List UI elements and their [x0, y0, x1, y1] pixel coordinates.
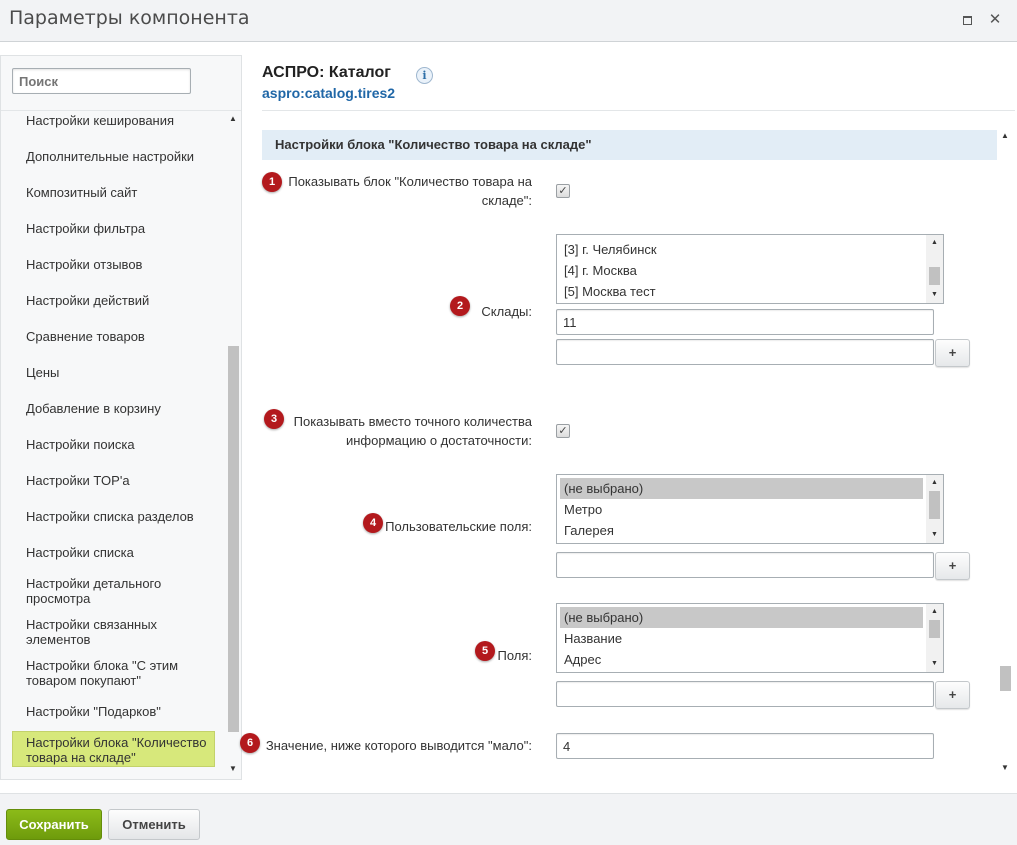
info-icon[interactable]: i [416, 67, 433, 84]
fields-multiselect[interactable]: (не выбрано) Название Адрес ▲ ▼ [556, 603, 944, 673]
scroll-up-icon[interactable]: ▲ [926, 237, 943, 249]
sidebar-item-top[interactable]: Настройки TOP'а [12, 473, 215, 488]
scroll-up-icon[interactable]: ▲ [926, 477, 943, 489]
show-block-label: Показывать блок "Количество товара на ск… [288, 174, 532, 208]
section-header: Настройки блока "Количество товара на ск… [262, 130, 997, 160]
main-panel: АСПРО: Каталог i aspro:catalog.tires2 На… [240, 55, 1017, 780]
sidebar-item-gifts[interactable]: Настройки "Подарков" [12, 704, 215, 719]
scrollbar-thumb[interactable] [929, 491, 940, 519]
min-amount-input[interactable] [556, 733, 934, 759]
show-block-checkbox[interactable]: ✓ [556, 184, 570, 198]
stores-label: Склады: [481, 304, 532, 319]
sidebar-item-next[interactable]: П [12, 773, 215, 774]
title-bar: Параметры компонента ✕ [0, 0, 1017, 42]
stores-option[interactable]: [3] г. Челябинск [560, 239, 923, 260]
user-fields-multiselect[interactable]: (не выбрано) Метро Галерея ▲ ▼ [556, 474, 944, 544]
scroll-down-icon[interactable]: ▼ [926, 529, 943, 541]
sidebar-item-search[interactable]: Настройки поиска [12, 437, 215, 452]
scroll-up-icon[interactable]: ▲ [926, 606, 943, 618]
stores-extra-input[interactable] [556, 339, 934, 365]
footer: Сохранить Отменить [0, 793, 1017, 845]
sidebar-item-additional[interactable]: Дополнительные настройки [12, 149, 215, 164]
scroll-down-icon[interactable]: ▼ [926, 658, 943, 670]
sidebar: Настройки кеширования Дополнительные нас… [0, 55, 242, 780]
scrollbar-thumb[interactable] [929, 620, 940, 638]
sidebar-item-list[interactable]: Настройки списка [12, 545, 215, 560]
sidebar-nav: Настройки кеширования Дополнительные нас… [12, 111, 225, 774]
sidebar-item-detail[interactable]: Настройки детального просмотра [12, 576, 215, 606]
scroll-down-icon[interactable]: ▼ [926, 289, 943, 301]
maximize-icon[interactable] [958, 11, 976, 29]
scrollbar-thumb[interactable] [929, 267, 940, 285]
stores-scrollbar[interactable]: ▲ ▼ [926, 235, 943, 303]
fields-option[interactable]: Название [560, 628, 923, 649]
sidebar-item-linked[interactable]: Настройки связанных элементов [12, 617, 215, 647]
component-code: aspro:catalog.tires2 [262, 85, 396, 101]
badge-6: 6 [240, 733, 260, 753]
sidebar-item-basket[interactable]: Добавление в корзину [12, 401, 215, 416]
sidebar-item-sections[interactable]: Настройки списка разделов [12, 509, 215, 524]
user-fields-extra-input[interactable] [556, 552, 934, 578]
fields-option[interactable]: (не выбрано) [560, 607, 923, 628]
sidebar-scrollbar[interactable]: ▲ ▼ [226, 111, 240, 776]
window-title: Параметры компонента [9, 7, 250, 29]
sidebar-item-actions[interactable]: Настройки действий [12, 293, 215, 308]
divider [262, 110, 1015, 111]
user-fields-option[interactable]: Метро [560, 499, 923, 520]
show-sufficiency-label: Показывать вместо точного количества инф… [293, 414, 532, 448]
sidebar-item-reviews[interactable]: Настройки отзывов [12, 257, 215, 272]
close-icon[interactable]: ✕ [986, 11, 1004, 29]
user-fields-option[interactable]: (не выбрано) [560, 478, 923, 499]
scroll-up-icon[interactable]: ▲ [226, 113, 240, 125]
min-amount-label: Значение, ниже которого выводится "мало"… [265, 738, 532, 753]
user-fields-scrollbar[interactable]: ▲ ▼ [926, 475, 943, 543]
sidebar-item-prices[interactable]: Цены [12, 365, 215, 380]
component-title: АСПРО: Каталог [262, 64, 391, 81]
fields-label: Поля: [497, 648, 532, 663]
fields-extra-input[interactable] [556, 681, 934, 707]
sidebar-item-stock[interactable]: Настройки блока "Количество товара на ск… [12, 731, 215, 767]
user-fields-label: Пользовательские поля: [385, 519, 532, 534]
sidebar-item-cache[interactable]: Настройки кеширования [12, 113, 215, 128]
user-fields-add-button[interactable]: + [935, 552, 970, 580]
cancel-button[interactable]: Отменить [108, 809, 200, 840]
stores-option[interactable]: [5] Москва тест [560, 281, 923, 302]
search-input[interactable] [12, 68, 191, 94]
scrollbar-thumb[interactable] [228, 346, 239, 732]
main-scrollbar[interactable]: ▲ ▼ [998, 130, 1012, 775]
show-sufficiency-checkbox[interactable]: ✓ [556, 424, 570, 438]
stores-input[interactable] [556, 309, 934, 335]
fields-add-button[interactable]: + [935, 681, 970, 709]
sidebar-item-composite[interactable]: Композитный сайт [12, 185, 215, 200]
fields-scrollbar[interactable]: ▲ ▼ [926, 604, 943, 672]
scroll-down-icon[interactable]: ▼ [998, 762, 1012, 774]
stores-add-button[interactable]: + [935, 339, 970, 367]
sidebar-item-also-buy[interactable]: Настройки блока "С этим товаром покупают… [12, 658, 215, 688]
badge-3: 3 [264, 409, 284, 429]
save-button[interactable]: Сохранить [6, 809, 102, 840]
scroll-up-icon[interactable]: ▲ [998, 130, 1012, 142]
sidebar-item-filter[interactable]: Настройки фильтра [12, 221, 215, 236]
sidebar-item-compare[interactable]: Сравнение товаров [12, 329, 215, 344]
fields-option[interactable]: Адрес [560, 649, 923, 670]
user-fields-option[interactable]: Галерея [560, 520, 923, 541]
stores-option[interactable]: [4] г. Москва [560, 260, 923, 281]
scroll-down-icon[interactable]: ▼ [226, 763, 240, 775]
stores-multiselect[interactable]: [3] г. Челябинск [4] г. Москва [5] Москв… [556, 234, 944, 304]
scrollbar-thumb[interactable] [1000, 666, 1011, 691]
